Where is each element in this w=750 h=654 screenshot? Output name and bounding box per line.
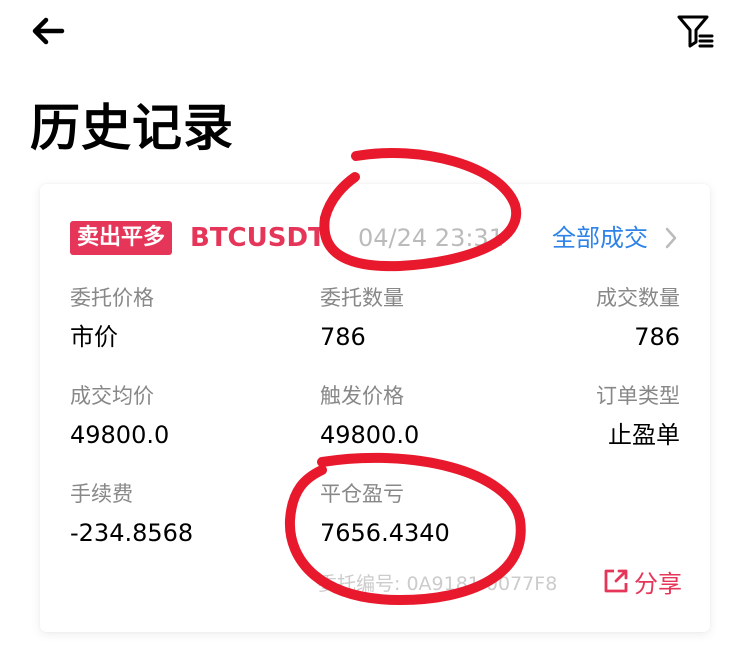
filter-icon[interactable] [676,12,716,50]
order-id: 委托编号: 0A9181 0077F8 [318,573,558,595]
field-value: 7656.4340 [320,519,450,547]
chevron-right-icon[interactable] [662,224,680,252]
top-bar [0,0,750,70]
order-history-card: 卖出平多 BTCUSDT 04/24 23:31 全部成交 委托价格 市价 委托… [40,184,710,632]
symbol-label: BTCUSDT [190,223,326,253]
share-button[interactable]: 分享 [602,564,682,598]
field-label: 成交数量 [596,286,680,310]
field-filled-qty: 成交数量 786 [450,284,680,354]
field-label: 订单类型 [596,384,680,408]
field-fee: 手续费 -234.8568 [70,480,300,550]
field-label: 手续费 [70,482,133,506]
order-time: 04/24 23:31 [358,224,504,252]
arrow-left-icon[interactable] [30,16,66,46]
field-close-pnl: 平仓盈亏 7656.4340 [320,480,550,550]
card-header: 卖出平多 BTCUSDT 04/24 23:31 全部成交 [70,218,680,258]
field-avg-price: 成交均价 49800.0 [70,382,300,452]
field-value: 市价 [70,323,118,351]
field-value: 49800.0 [70,421,170,449]
share-icon [604,569,628,593]
field-order-price: 委托价格 市价 [70,284,300,354]
share-label: 分享 [634,569,682,598]
field-order-type: 订单类型 止盈单 [450,382,680,452]
field-value: 786 [634,323,680,351]
page-title: 历史记录 [30,99,234,157]
field-label: 成交均价 [70,384,154,408]
side-badge: 卖出平多 [70,221,173,255]
all-trades-link[interactable]: 全部成交 [552,220,648,256]
field-value: -234.8568 [70,519,194,547]
field-label: 平仓盈亏 [320,482,404,506]
field-value: 止盈单 [608,421,680,449]
field-label: 委托价格 [70,286,154,310]
